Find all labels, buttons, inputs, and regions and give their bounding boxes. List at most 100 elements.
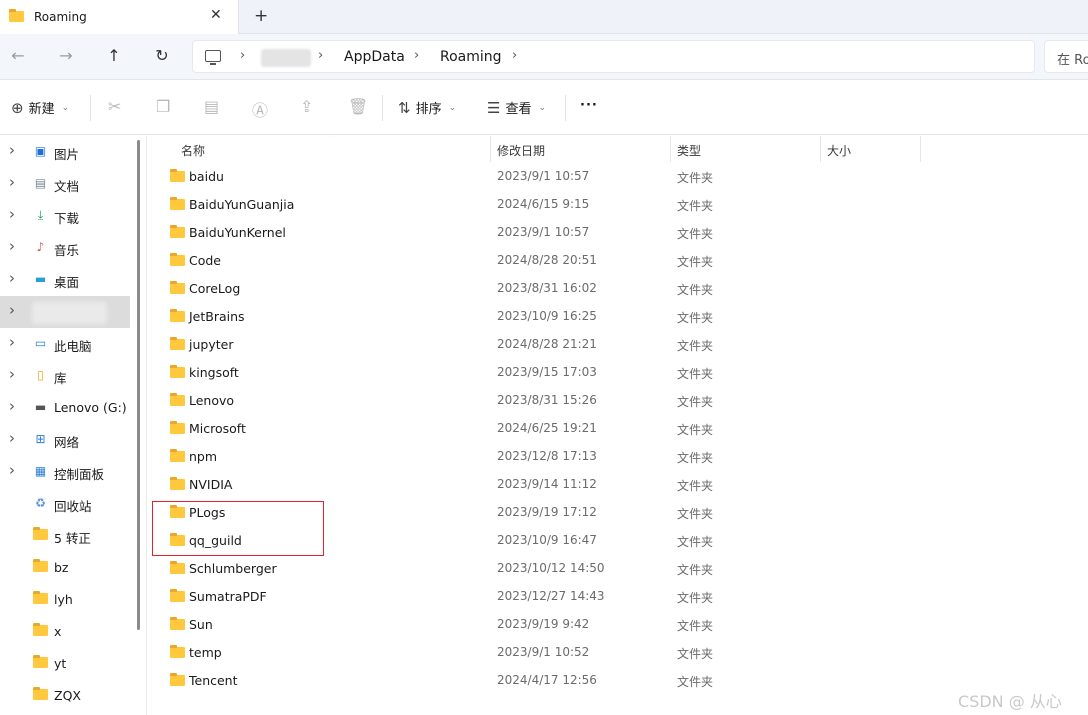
breadcrumb-separator[interactable]: › <box>512 48 517 63</box>
chevron-right-icon[interactable]: › <box>9 429 15 447</box>
chevron-right-icon[interactable]: › <box>9 301 15 319</box>
breadcrumb-separator[interactable]: › <box>414 48 419 63</box>
file-row[interactable]: BaiduYunKernel 2023/9/1 10:57 文件夹 <box>148 218 1088 246</box>
sidebar-item[interactable]: › ▬ 桌面 <box>0 264 130 296</box>
forward-button[interactable]: → <box>56 46 76 65</box>
breadcrumb-separator[interactable]: › <box>318 48 323 63</box>
more-options-button[interactable]: ··· <box>580 98 598 113</box>
column-name[interactable]: 名称 <box>181 142 205 159</box>
chevron-right-icon[interactable]: › <box>9 205 15 223</box>
delete-icon[interactable]: 🗑 <box>348 97 368 116</box>
file-row[interactable]: BaiduYunGuanjia 2024/6/15 9:15 文件夹 <box>148 190 1088 218</box>
sidebar-item[interactable]: › ⊞ 网络 <box>0 424 130 456</box>
file-name: temp <box>189 645 222 660</box>
sidebar-item[interactable]: ZQX <box>0 680 130 712</box>
file-row[interactable]: temp 2023/9/1 10:52 文件夹 <box>148 638 1088 666</box>
file-modified-date: 2023/9/1 10:57 <box>497 225 590 239</box>
sidebar-item[interactable]: › ♪ 音乐 <box>0 232 130 264</box>
breadcrumb-appdata[interactable]: AppData <box>344 49 405 65</box>
file-row[interactable]: kingsoft 2023/9/15 17:03 文件夹 <box>148 358 1088 386</box>
share-icon[interactable]: ⇪ <box>300 97 313 116</box>
view-button[interactable]: ☰ 查看 ⌄ <box>487 98 547 118</box>
column-divider[interactable] <box>920 136 921 162</box>
sidebar-item[interactable]: › ▦ 控制面板 <box>0 456 130 488</box>
sidebar-item[interactable]: › ▭ 此电脑 <box>0 328 130 360</box>
chevron-right-icon[interactable]: › <box>9 237 15 255</box>
column-type[interactable]: 类型 <box>677 142 701 159</box>
chevron-right-icon[interactable]: › <box>9 333 15 351</box>
file-name: npm <box>189 449 218 464</box>
sidebar-item[interactable]: yt <box>0 648 130 680</box>
breadcrumb-user-blurred[interactable] <box>261 49 311 67</box>
chevron-right-icon[interactable]: › <box>9 269 15 287</box>
column-divider[interactable] <box>490 136 491 162</box>
sidebar-item[interactable]: ♻ 回收站 <box>0 488 130 520</box>
file-modified-date: 2023/9/15 17:03 <box>497 365 597 379</box>
file-row[interactable]: npm 2023/12/8 17:13 文件夹 <box>148 442 1088 470</box>
sort-button[interactable]: ⇅ 排序 ⌄ <box>398 98 456 118</box>
chevron-right-icon[interactable]: › <box>9 141 15 159</box>
sidebar-item[interactable]: › <box>0 296 130 328</box>
sidebar-item[interactable]: › ▤ 文档 <box>0 168 130 200</box>
tab-roaming[interactable]: Roaming ✕ <box>0 0 239 34</box>
pictures-icon: ▣ <box>34 144 47 158</box>
sidebar-item-label: lyh <box>54 592 73 607</box>
chevron-down-icon: ⌄ <box>538 102 547 113</box>
chevron-right-icon[interactable]: › <box>9 173 15 191</box>
sidebar-item[interactable]: › ▣ 图片 <box>0 136 130 168</box>
file-row[interactable]: Microsoft 2024/6/25 19:21 文件夹 <box>148 414 1088 442</box>
sidebar-item[interactable]: › ⤓ 下载 <box>0 200 130 232</box>
sidebar-item-label: bz <box>54 560 69 575</box>
file-row[interactable]: Sun 2023/9/19 9:42 文件夹 <box>148 610 1088 638</box>
column-divider[interactable] <box>670 136 671 162</box>
address-bar[interactable]: › › AppData › Roaming › <box>192 40 1035 73</box>
file-row[interactable]: NVIDIA 2023/9/14 11:12 文件夹 <box>148 470 1088 498</box>
paste-icon[interactable]: ▤ <box>204 97 219 116</box>
refresh-button[interactable]: ↻ <box>152 46 172 65</box>
sidebar-item[interactable]: › ▯ 库 <box>0 360 130 392</box>
search-input[interactable]: 在 Ro <box>1044 40 1088 73</box>
blurred-user-icon <box>32 302 107 324</box>
close-icon[interactable]: ✕ <box>210 7 222 23</box>
file-row[interactable]: baidu 2023/9/1 10:57 文件夹 <box>148 162 1088 190</box>
file-row[interactable]: SumatraPDF 2023/12/27 14:43 文件夹 <box>148 582 1088 610</box>
back-button[interactable]: ← <box>8 46 28 65</box>
folder-icon <box>33 591 48 606</box>
sidebar-item-label: 音乐 <box>54 243 80 258</box>
file-row[interactable]: Schlumberger 2023/10/12 14:50 文件夹 <box>148 554 1088 582</box>
up-button[interactable]: ↑ <box>104 46 124 65</box>
sidebar-scrollbar[interactable] <box>137 140 140 630</box>
sidebar-item[interactable]: bz <box>0 552 130 584</box>
chevron-right-icon[interactable]: › <box>9 365 15 383</box>
rename-icon[interactable]: Ⓐ <box>252 97 268 121</box>
column-size[interactable]: 大小 <box>827 142 851 159</box>
new-tab-button[interactable]: + <box>254 6 268 26</box>
file-row[interactable]: Tencent 2024/4/17 12:56 文件夹 <box>148 666 1088 694</box>
breadcrumb-separator[interactable]: › <box>240 48 245 63</box>
copy-icon[interactable]: ❐ <box>156 97 170 116</box>
cut-icon[interactable]: ✂ <box>108 97 121 116</box>
sidebar-item[interactable]: › ▬ Lenovo (G:) <box>0 392 130 424</box>
file-row[interactable]: JetBrains 2023/10/9 16:25 文件夹 <box>148 302 1088 330</box>
breadcrumb-roaming[interactable]: Roaming <box>440 49 502 65</box>
sidebar-item[interactable]: x <box>0 616 130 648</box>
file-row[interactable]: jupyter 2024/8/28 21:21 文件夹 <box>148 330 1088 358</box>
sidebar-item[interactable]: 5 转正 <box>0 520 130 552</box>
column-divider[interactable] <box>820 136 821 162</box>
desktop-icon: ▬ <box>34 272 47 286</box>
file-type: 文件夹 <box>677 619 714 633</box>
column-date[interactable]: 修改日期 <box>497 142 545 159</box>
sidebar-item-label: yt <box>54 656 67 671</box>
file-name: Lenovo <box>189 393 235 408</box>
chevron-right-icon[interactable]: › <box>9 461 15 479</box>
new-button[interactable]: ⊕ 新建 ⌄ <box>11 98 69 118</box>
file-row[interactable]: Code 2024/8/28 20:51 文件夹 <box>148 246 1088 274</box>
file-modified-date: 2023/9/14 11:12 <box>497 477 597 491</box>
sidebar-item[interactable]: lyh <box>0 584 130 616</box>
file-modified-date: 2024/8/28 20:51 <box>497 253 597 267</box>
chevron-right-icon[interactable]: › <box>9 397 15 415</box>
folder-icon <box>33 527 48 542</box>
file-row[interactable]: Lenovo 2023/8/31 15:26 文件夹 <box>148 386 1088 414</box>
file-row[interactable]: CoreLog 2023/8/31 16:02 文件夹 <box>148 274 1088 302</box>
sidebar-item-label: 控制面板 <box>54 467 105 482</box>
